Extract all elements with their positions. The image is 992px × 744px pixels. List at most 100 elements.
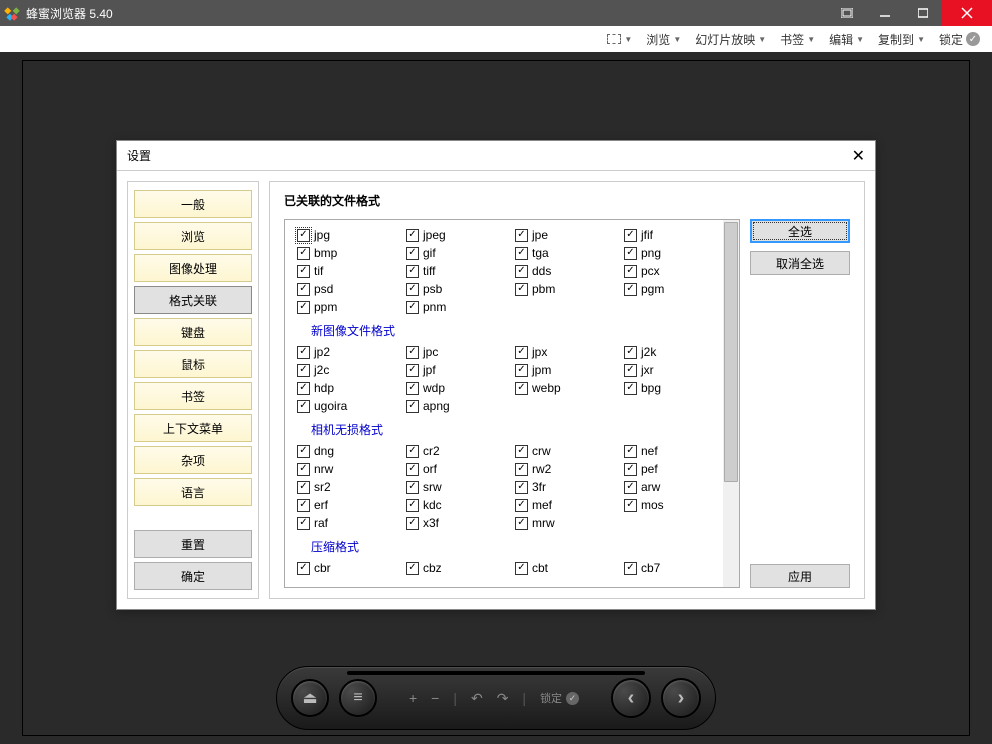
dialog-close-button[interactable]: ✕	[852, 146, 865, 166]
format-cb7[interactable]: cb7	[624, 561, 729, 575]
format-psb[interactable]: psb	[406, 282, 511, 296]
format-j2k[interactable]: j2k	[624, 345, 729, 359]
toolbar-bookmark[interactable]: 书签▼	[776, 31, 819, 48]
format-tiff[interactable]: tiff	[406, 264, 511, 278]
format-kdc[interactable]: kdc	[406, 498, 511, 512]
format-psd[interactable]: psd	[297, 282, 402, 296]
zoom-out-icon[interactable]: −	[431, 690, 439, 706]
toolbar-copyto[interactable]: 复制到▼	[874, 31, 929, 48]
sidebar-item-7[interactable]: 上下文菜单	[134, 414, 252, 442]
toolbar-edit[interactable]: 编辑▼	[825, 31, 868, 48]
checkbox-icon	[297, 463, 310, 476]
sidebar-item-0[interactable]: 一般	[134, 190, 252, 218]
format-jpeg[interactable]: jpeg	[406, 228, 511, 242]
format-x3f[interactable]: x3f	[406, 516, 511, 530]
format-tga[interactable]: tga	[515, 246, 620, 260]
format-jpm[interactable]: jpm	[515, 363, 620, 377]
checkbox-icon	[406, 247, 419, 260]
format-jpg[interactable]: jpg	[297, 228, 402, 242]
format-wdp[interactable]: wdp	[406, 381, 511, 395]
format-crw[interactable]: crw	[515, 444, 620, 458]
format-sr2[interactable]: sr2	[297, 480, 402, 494]
progress-track[interactable]	[347, 671, 645, 675]
format-mrw[interactable]: mrw	[515, 516, 620, 530]
format-jpf[interactable]: jpf	[406, 363, 511, 377]
format-mos[interactable]: mos	[624, 498, 729, 512]
sidebar-item-9[interactable]: 语言	[134, 478, 252, 506]
format-apng[interactable]: apng	[406, 399, 511, 413]
apply-button[interactable]: 应用	[750, 564, 850, 588]
maximize-button[interactable]	[904, 0, 942, 26]
format-jpe[interactable]: jpe	[515, 228, 620, 242]
sidebar-ok-button[interactable]: 确定	[134, 562, 252, 590]
scrollbar[interactable]	[723, 220, 739, 587]
sidebar-item-3[interactable]: 格式关联	[134, 286, 252, 314]
next-button[interactable]: ›	[661, 678, 701, 718]
format-ppm[interactable]: ppm	[297, 300, 402, 314]
format-pcx[interactable]: pcx	[624, 264, 729, 278]
format-cr2[interactable]: cr2	[406, 444, 511, 458]
rotate-right-icon[interactable]: ↷	[497, 690, 509, 707]
bottom-lock[interactable]: 锁定✓	[540, 690, 579, 706]
format-mef[interactable]: mef	[515, 498, 620, 512]
fullscreen-button[interactable]	[828, 0, 866, 26]
format-raf[interactable]: raf	[297, 516, 402, 530]
menu-button[interactable]: ≡	[339, 679, 377, 717]
toolbar-lock[interactable]: 锁定✓	[935, 31, 984, 48]
format-cbz[interactable]: cbz	[406, 561, 511, 575]
select-all-button[interactable]: 全选	[750, 219, 850, 243]
toolbar-browse[interactable]: 浏览▼	[642, 31, 685, 48]
format-ugoira[interactable]: ugoira	[297, 399, 402, 413]
format-dng[interactable]: dng	[297, 444, 402, 458]
minimize-button[interactable]	[866, 0, 904, 26]
format-jxr[interactable]: jxr	[624, 363, 729, 377]
format-pgm[interactable]: pgm	[624, 282, 729, 296]
format-label: rw2	[532, 462, 551, 476]
format-bpg[interactable]: bpg	[624, 381, 729, 395]
checkbox-icon	[406, 283, 419, 296]
rotate-left-icon[interactable]: ↶	[471, 690, 483, 707]
sidebar-reset-button[interactable]: 重置	[134, 530, 252, 558]
format-srw[interactable]: srw	[406, 480, 511, 494]
format-jpx[interactable]: jpx	[515, 345, 620, 359]
format-hdp[interactable]: hdp	[297, 381, 402, 395]
format-cbt[interactable]: cbt	[515, 561, 620, 575]
checkbox-icon	[515, 445, 528, 458]
format-jfif[interactable]: jfif	[624, 228, 729, 242]
format-pef[interactable]: pef	[624, 462, 729, 476]
format-png[interactable]: png	[624, 246, 729, 260]
format-rw2[interactable]: rw2	[515, 462, 620, 476]
prev-button[interactable]: ‹	[611, 678, 651, 718]
sidebar-item-6[interactable]: 书签	[134, 382, 252, 410]
sidebar-item-8[interactable]: 杂项	[134, 446, 252, 474]
format-cbr[interactable]: cbr	[297, 561, 402, 575]
scrollbar-thumb[interactable]	[724, 222, 738, 482]
format-dds[interactable]: dds	[515, 264, 620, 278]
format-pnm[interactable]: pnm	[406, 300, 511, 314]
format-3fr[interactable]: 3fr	[515, 480, 620, 494]
format-gif[interactable]: gif	[406, 246, 511, 260]
deselect-all-button[interactable]: 取消全选	[750, 251, 850, 275]
format-bmp[interactable]: bmp	[297, 246, 402, 260]
format-j2c[interactable]: j2c	[297, 363, 402, 377]
close-button[interactable]	[942, 0, 992, 26]
checkbox-icon	[406, 229, 419, 242]
format-nrw[interactable]: nrw	[297, 462, 402, 476]
sidebar-item-2[interactable]: 图像处理	[134, 254, 252, 282]
sidebar-item-1[interactable]: 浏览	[134, 222, 252, 250]
format-erf[interactable]: erf	[297, 498, 402, 512]
zoom-in-icon[interactable]: +	[409, 690, 417, 706]
format-webp[interactable]: webp	[515, 381, 620, 395]
format-jpc[interactable]: jpc	[406, 345, 511, 359]
format-arw[interactable]: arw	[624, 480, 729, 494]
format-nef[interactable]: nef	[624, 444, 729, 458]
eject-button[interactable]: ⏏	[291, 679, 329, 717]
sidebar-item-5[interactable]: 鼠标	[134, 350, 252, 378]
format-pbm[interactable]: pbm	[515, 282, 620, 296]
format-tif[interactable]: tif	[297, 264, 402, 278]
toolbar-slideshow[interactable]: 幻灯片放映▼	[691, 31, 770, 48]
format-jp2[interactable]: jp2	[297, 345, 402, 359]
sidebar-item-4[interactable]: 键盘	[134, 318, 252, 346]
toolbar-resize[interactable]: ▼	[603, 34, 636, 44]
format-orf[interactable]: orf	[406, 462, 511, 476]
